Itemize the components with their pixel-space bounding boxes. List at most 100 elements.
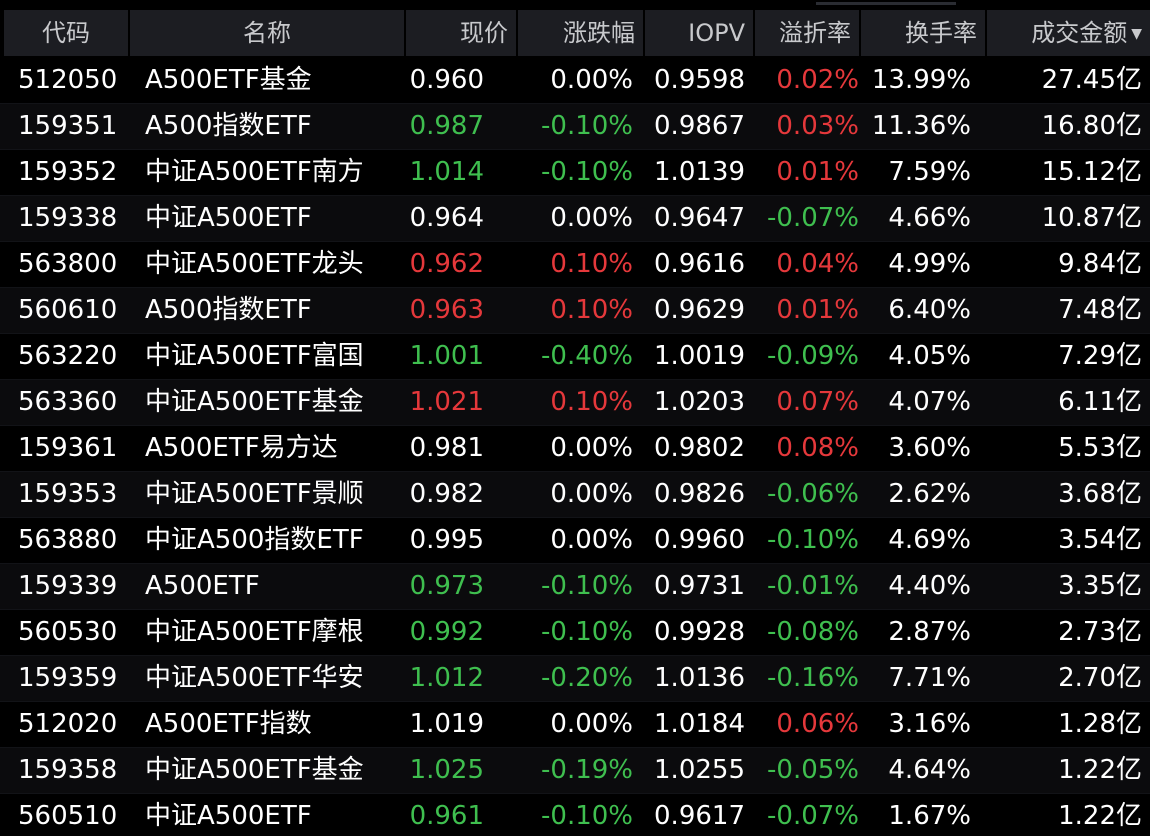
cell-code: 563800: [18, 249, 118, 279]
cell-premium: -0.10%: [767, 525, 859, 555]
cell-turnover: 4.64%: [888, 755, 971, 785]
table-row[interactable]: 159353 中证A500ETF景顺 0.982 0.00% 0.9826 -0.06% 2…: [0, 472, 1150, 518]
cell-turnover: 4.69%: [888, 525, 971, 555]
cell-code: 159351: [18, 111, 118, 141]
cell-premium: 0.01%: [776, 157, 859, 187]
cell-change: -0.20%: [541, 663, 633, 693]
cell-amount: 2.70亿: [1058, 663, 1142, 693]
cell-change: 0.00%: [550, 65, 633, 95]
table-row[interactable]: 159338 中证A500ETF 0.964 0.00% 0.9647 -0.07% 4.6…: [0, 196, 1150, 242]
cell-premium: 0.04%: [776, 249, 859, 279]
cell-turnover: 11.36%: [871, 111, 971, 141]
cell-price: 0.995: [409, 525, 484, 555]
cell-premium: 0.07%: [776, 387, 859, 417]
cell-amount: 16.80亿: [1041, 111, 1142, 141]
cell-name: A500指数ETF: [145, 295, 312, 325]
cell-premium: -0.05%: [767, 755, 859, 785]
cell-change: 0.10%: [550, 295, 633, 325]
column-header-price[interactable]: 现价: [406, 10, 518, 56]
table-row[interactable]: 159361 A500ETF易方达 0.981 0.00% 0.9802 0.08% 3.6…: [0, 426, 1150, 472]
cell-iopv: 0.9647: [654, 203, 745, 233]
cell-code: 563360: [18, 387, 118, 417]
table-row[interactable]: 560510 中证A500ETF 0.961 -0.10% 0.9617 -0.07% 1.…: [0, 794, 1150, 836]
table-row[interactable]: 563360 中证A500ETF基金 1.021 0.10% 1.0203 0.07% 4.…: [0, 380, 1150, 426]
table-row[interactable]: 560530 中证A500ETF摩根 0.992 -0.10% 0.9928 -0.08%…: [0, 610, 1150, 656]
cell-code: 560530: [18, 617, 118, 647]
cell-change: 0.00%: [550, 479, 633, 509]
cell-name: 中证A500ETF富国: [145, 341, 364, 371]
table-row[interactable]: 159358 中证A500ETF基金 1.025 -0.19% 1.0255 -0.05%…: [0, 748, 1150, 794]
cell-premium: 0.08%: [776, 433, 859, 463]
cell-price: 0.987: [409, 111, 484, 141]
cell-amount: 15.12亿: [1041, 157, 1142, 187]
cell-change: 0.00%: [550, 203, 633, 233]
cell-price: 1.014: [409, 157, 484, 187]
cell-turnover: 2.62%: [888, 479, 971, 509]
column-header-turnover[interactable]: 换手率: [861, 10, 987, 56]
column-header-iopv[interactable]: IOPV: [645, 10, 755, 56]
cell-price: 0.973: [409, 571, 484, 601]
cell-name: 中证A500ETF基金: [145, 387, 364, 417]
sort-desc-icon[interactable]: ▼: [1131, 11, 1142, 56]
cell-change: 0.00%: [550, 525, 633, 555]
cell-amount: 1.22亿: [1058, 801, 1142, 831]
cell-iopv: 0.9802: [654, 433, 745, 463]
cell-change: -0.10%: [541, 801, 633, 831]
cell-name: 中证A500ETF: [145, 801, 312, 831]
cell-amount: 9.84亿: [1058, 249, 1142, 279]
table-row[interactable]: 563220 中证A500ETF富国 1.001 -0.40% 1.0019 -0.09%…: [0, 334, 1150, 380]
cell-amount: 1.22亿: [1058, 755, 1142, 785]
table-row[interactable]: 563800 中证A500ETF龙头 0.962 0.10% 0.9616 0.04% 4.…: [0, 242, 1150, 288]
cell-name: 中证A500指数ETF: [145, 525, 364, 555]
table-row[interactable]: 159351 A500指数ETF 0.987 -0.10% 0.9867 0.03% 11.…: [0, 104, 1150, 150]
cell-price: 1.012: [409, 663, 484, 693]
column-header-name[interactable]: 名称: [130, 10, 406, 56]
column-header-amount-label: 成交金额: [1031, 19, 1128, 47]
cell-name: 中证A500ETF基金: [145, 755, 364, 785]
cell-code: 512020: [18, 709, 118, 739]
cell-amount: 3.54亿: [1058, 525, 1142, 555]
cell-iopv: 0.9598: [654, 65, 745, 95]
cell-price: 0.963: [409, 295, 484, 325]
cell-code: 563220: [18, 341, 118, 371]
cell-code: 560510: [18, 801, 118, 831]
etf-quote-screen: 代码 名称 现价 涨跌幅 IOPV 溢折率 换手率 成交金额 ▼ 512050 A5…: [0, 0, 1150, 836]
cell-premium: 0.02%: [776, 65, 859, 95]
cell-turnover: 2.87%: [888, 617, 971, 647]
cell-price: 0.960: [409, 65, 484, 95]
cell-iopv: 0.9731: [654, 571, 745, 601]
cell-price: 0.961: [409, 801, 484, 831]
column-header-change[interactable]: 涨跌幅: [518, 10, 645, 56]
cell-iopv: 0.9617: [654, 801, 745, 831]
cell-iopv: 1.0203: [654, 387, 745, 417]
cell-code: 159358: [18, 755, 118, 785]
cell-change: 0.10%: [550, 387, 633, 417]
table-row[interactable]: 512050 A500ETF基金 0.960 0.00% 0.9598 0.02% 13.9…: [0, 58, 1150, 104]
cell-change: -0.10%: [541, 617, 633, 647]
cell-change: 0.00%: [550, 709, 633, 739]
cell-price: 0.982: [409, 479, 484, 509]
cell-code: 159352: [18, 157, 118, 187]
cell-code: 159338: [18, 203, 118, 233]
table-row[interactable]: 560610 A500指数ETF 0.963 0.10% 0.9629 0.01% 6.40…: [0, 288, 1150, 334]
table-row[interactable]: 159339 A500ETF 0.973 -0.10% 0.9731 -0.01% 4.40…: [0, 564, 1150, 610]
cell-name: A500指数ETF: [145, 111, 312, 141]
cell-price: 1.019: [409, 709, 484, 739]
cell-iopv: 1.0184: [654, 709, 745, 739]
table-row[interactable]: 563880 中证A500指数ETF 0.995 0.00% 0.9960 -0.10% 4…: [0, 518, 1150, 564]
cell-turnover: 4.07%: [888, 387, 971, 417]
cell-turnover: 13.99%: [871, 65, 971, 95]
cell-premium: 0.01%: [776, 295, 859, 325]
column-header-code[interactable]: 代码: [4, 10, 130, 56]
column-header-premium[interactable]: 溢折率: [755, 10, 861, 56]
cell-name: 中证A500ETF龙头: [145, 249, 364, 279]
cell-iopv: 0.9629: [654, 295, 745, 325]
table-row[interactable]: 512020 A500ETF指数 1.019 0.00% 1.0184 0.06% 3.16…: [0, 702, 1150, 748]
cell-code: 159353: [18, 479, 118, 509]
column-header-amount[interactable]: 成交金额 ▼: [987, 10, 1150, 56]
table-row[interactable]: 159359 中证A500ETF华安 1.012 -0.20% 1.0136 -0.16%…: [0, 656, 1150, 702]
cell-turnover: 3.60%: [888, 433, 971, 463]
cell-name: 中证A500ETF: [145, 203, 312, 233]
table-row[interactable]: 159352 中证A500ETF南方 1.014 -0.10% 1.0139 0.01% 7…: [0, 150, 1150, 196]
cell-name: 中证A500ETF华安: [145, 663, 364, 693]
